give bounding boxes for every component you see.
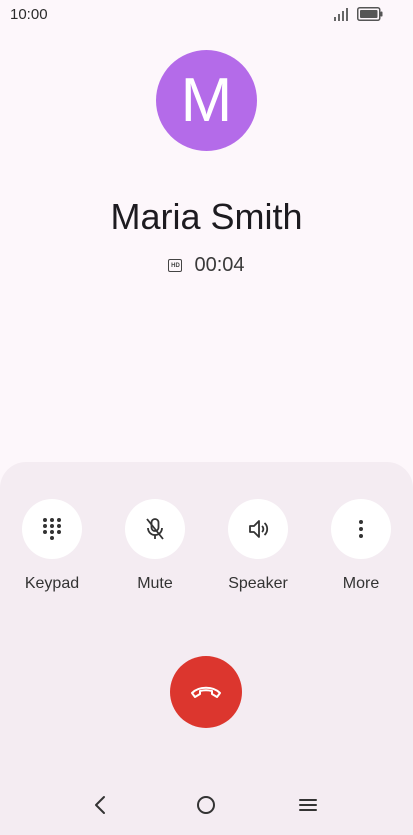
- speaker-label: Speaker: [228, 575, 288, 592]
- nav-home-button[interactable]: [192, 791, 220, 819]
- home-icon: [197, 796, 215, 814]
- battery-icon: [357, 7, 383, 21]
- more-control: More: [321, 499, 401, 593]
- back-icon: [95, 796, 105, 814]
- keypad-label: Keypad: [24, 575, 80, 592]
- nav-recents-button[interactable]: [294, 791, 322, 819]
- status-icons: [333, 7, 383, 21]
- keypad-icon: [43, 518, 61, 540]
- mute-label: Mute: [137, 575, 173, 592]
- avatar-initial: M: [180, 65, 233, 135]
- end-call-button[interactable]: [170, 656, 242, 728]
- signal-icon: [334, 7, 348, 21]
- speaker-control: Speaker: [218, 499, 298, 593]
- status-time: 10:00: [10, 6, 48, 23]
- mic-off-icon: [146, 518, 164, 540]
- mute-button[interactable]: [125, 499, 185, 559]
- call-duration: 00:04: [194, 254, 245, 276]
- speaker-icon: [249, 520, 269, 538]
- contact-avatar: M: [156, 50, 257, 151]
- more-vert-icon: [359, 520, 363, 538]
- more-label: More: [342, 575, 380, 592]
- recents-icon: [299, 799, 317, 811]
- end-call-icon: [191, 686, 221, 698]
- mute-control: Mute: [115, 499, 195, 593]
- keypad-button[interactable]: [22, 499, 82, 559]
- status-bar: 10:00: [0, 0, 413, 30]
- more-button[interactable]: [331, 499, 391, 559]
- nav-back-button[interactable]: [86, 791, 114, 819]
- hd-voice-icon: HD: [168, 259, 183, 272]
- call-controls-panel: Keypad Mute Speaker More: [0, 462, 413, 835]
- navigation-bar: [0, 775, 413, 835]
- keypad-control: Keypad: [12, 499, 92, 593]
- call-info: HD 00:04: [0, 254, 413, 277]
- speaker-button[interactable]: [228, 499, 288, 559]
- contact-name: Maria Smith: [110, 196, 303, 237]
